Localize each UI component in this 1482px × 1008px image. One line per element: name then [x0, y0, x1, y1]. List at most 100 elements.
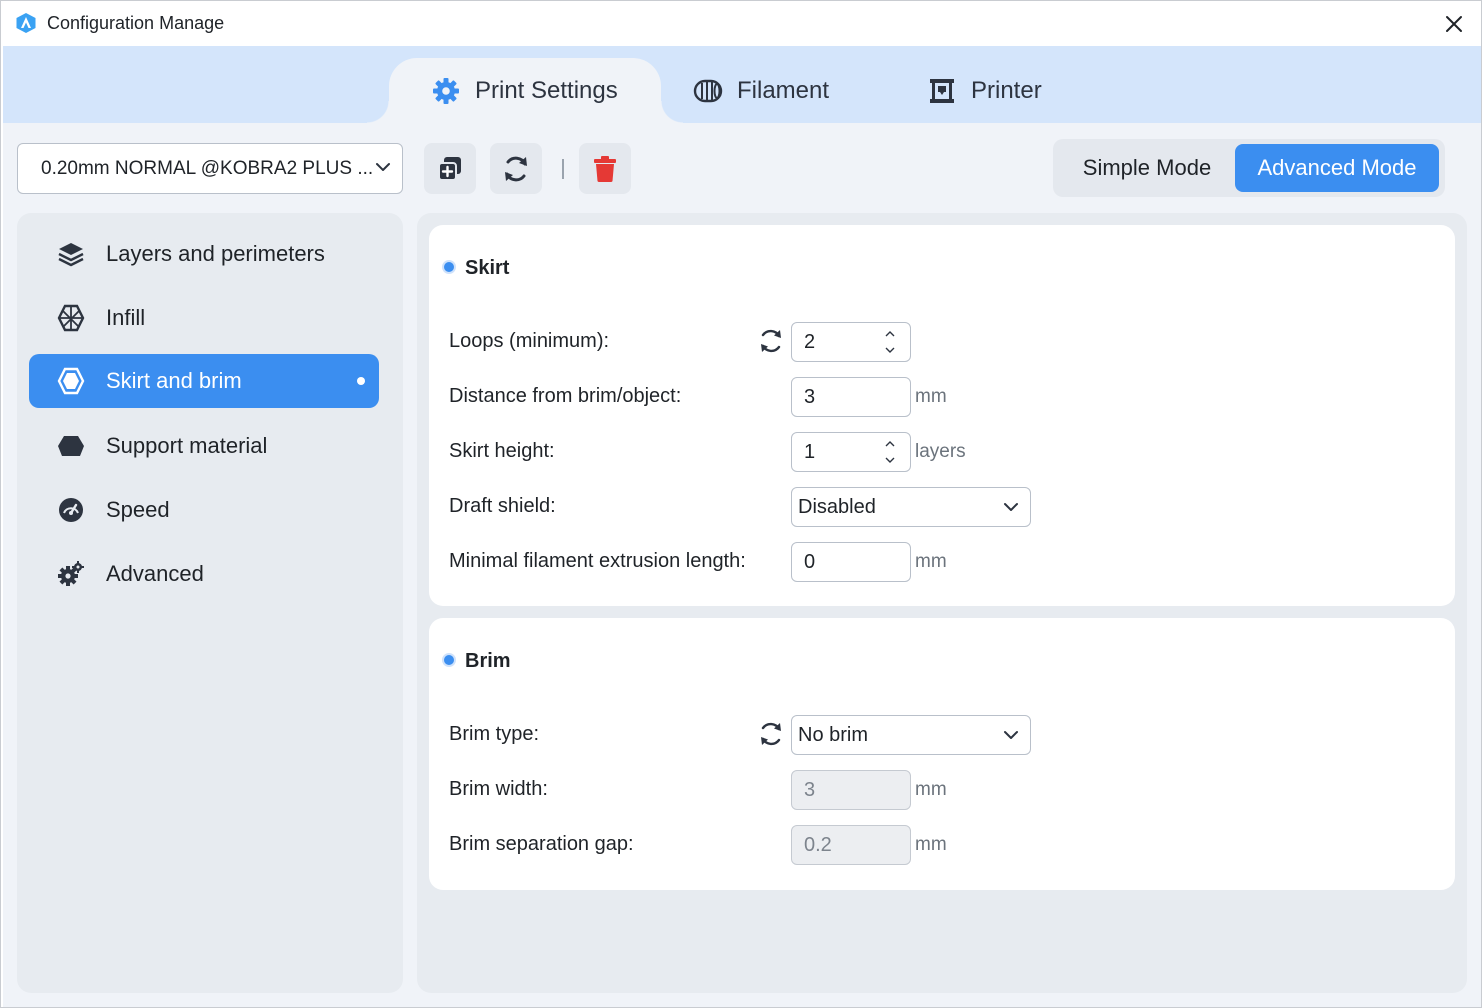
settings-panel: Skirt Loops (minimum): 2 Distance from b… [417, 213, 1467, 993]
skirt-distance-unit: mm [915, 386, 947, 407]
skirt-distance-label: Distance from brim/object: [449, 385, 682, 407]
skirt-section-title: Skirt [465, 257, 510, 279]
draft-shield-row: Draft shield: Disabled [449, 487, 1429, 527]
brim-width-unit: mm [915, 779, 947, 800]
skirt-height-unit: layers [915, 441, 966, 462]
skirt-loops-label: Loops (minimum): [449, 330, 610, 352]
mode-switch: Simple Mode Advanced Mode [1053, 139, 1445, 197]
skirt-section: Skirt Loops (minimum): 2 Distance from b… [429, 225, 1455, 606]
tab-strip: Print Settings Filament Printer [3, 46, 1481, 123]
chevron-down-icon [376, 163, 390, 171]
min-filament-row: Minimal filament extrusion length: 0 mm [449, 542, 1429, 582]
advanced-mode-button[interactable]: Advanced Mode [1235, 144, 1439, 192]
reset-preset-button[interactable] [490, 143, 542, 194]
sidebar-item-label: Infill [106, 305, 146, 330]
simple-mode-button[interactable]: Simple Mode [1059, 144, 1235, 192]
min-filament-value: 0 [804, 550, 816, 573]
close-icon [1446, 16, 1462, 32]
brim-width-row: Brim width: 3 mm [449, 770, 1429, 810]
category-sidebar: Layers and perimeters Infill Skirt and b… [17, 213, 403, 993]
sidebar-item-label: Support material [106, 433, 268, 458]
brim-width-value: 3 [804, 778, 816, 801]
tab-print-settings-label: Print Settings [475, 76, 618, 104]
min-filament-label: Minimal filament extrusion length: [449, 550, 746, 572]
copy-add-icon [438, 156, 461, 181]
trash-icon [594, 155, 616, 182]
skirt-distance-input[interactable]: 3 [791, 377, 911, 417]
section-bullet-icon [442, 653, 456, 667]
reset-value-icon[interactable] [757, 327, 785, 355]
tab-printer[interactable]: Printer [927, 58, 1042, 123]
copy-preset-button[interactable] [424, 143, 476, 194]
tab-print-settings[interactable]: Print Settings [367, 58, 683, 123]
chevron-down-icon [1004, 731, 1018, 739]
skirt-height-stepper[interactable]: 1 [791, 432, 911, 472]
brim-gap-unit: mm [915, 834, 947, 855]
delete-preset-button[interactable] [579, 143, 631, 194]
skirt-loops-row: Loops (minimum): 2 [449, 322, 1429, 362]
brim-section: Brim Brim type: No brim Brim width: 3 mm… [429, 618, 1455, 890]
sidebar-item-label: Advanced [106, 561, 204, 586]
infill-icon [57, 304, 85, 332]
min-filament-unit: mm [915, 551, 947, 572]
brim-type-value: No brim [798, 723, 869, 746]
brim-type-row: Brim type: No brim [449, 715, 1429, 755]
layers-icon [57, 240, 85, 268]
tab-printer-label: Printer [971, 76, 1042, 104]
filament-spool-icon [693, 76, 723, 106]
settings-body: 0.20mm NORMAL @KOBRA2 PLUS ... Simple Mo… [3, 123, 1481, 1007]
modified-indicator [357, 377, 365, 385]
brim-section-title: Brim [465, 650, 511, 672]
refresh-icon [505, 156, 527, 181]
sidebar-item-advanced[interactable]: Advanced [29, 547, 379, 601]
close-button[interactable] [1437, 7, 1471, 41]
brim-gap-value: 0.2 [804, 833, 832, 856]
draft-shield-value: Disabled [798, 495, 876, 518]
skirt-height-label: Skirt height: [449, 440, 555, 462]
support-icon [57, 432, 85, 460]
sidebar-item-support[interactable]: Support material [29, 419, 379, 473]
preset-value: 0.20mm NORMAL @KOBRA2 PLUS ... [41, 157, 374, 179]
skirt-loops-value: 2 [804, 330, 816, 353]
skirt-height-row: Skirt height: 1 layers [449, 432, 1429, 472]
sidebar-item-skirt-and-brim[interactable]: Skirt and brim [29, 354, 379, 408]
brim-width-input: 3 [791, 770, 911, 810]
sidebar-item-layers[interactable]: Layers and perimeters [29, 227, 379, 281]
printer-icon [927, 76, 957, 106]
skirt-distance-row: Distance from brim/object: 3 mm [449, 377, 1429, 417]
sidebar-item-infill[interactable]: Infill [29, 291, 379, 345]
gears-icon [57, 560, 85, 588]
spin-arrows-icon[interactable] [884, 327, 896, 357]
brim-width-label: Brim width: [449, 778, 548, 800]
brim-type-dropdown[interactable]: No brim [791, 715, 1031, 755]
chevron-down-icon [1004, 503, 1018, 511]
speedometer-icon [57, 496, 85, 524]
window-title: Configuration Manage [47, 13, 225, 33]
gear-icon [431, 76, 461, 106]
tab-filament-label: Filament [737, 76, 830, 104]
skirt-height-value: 1 [804, 440, 816, 463]
skirt-icon [57, 367, 85, 395]
spin-arrows-icon[interactable] [884, 437, 896, 467]
draft-shield-label: Draft shield: [449, 495, 556, 517]
title-bar: Configuration Manage [1, 1, 1481, 46]
preset-dropdown[interactable]: 0.20mm NORMAL @KOBRA2 PLUS ... [17, 143, 403, 194]
brim-type-label: Brim type: [449, 723, 540, 745]
sidebar-item-label: Skirt and brim [106, 368, 242, 393]
section-bullet-icon [442, 260, 456, 274]
tab-filament[interactable]: Filament [693, 58, 829, 123]
draft-shield-dropdown[interactable]: Disabled [791, 487, 1031, 527]
min-filament-input[interactable]: 0 [791, 542, 911, 582]
brim-gap-row: Brim separation gap: 0.2 mm [449, 825, 1429, 865]
skirt-loops-stepper[interactable]: 2 [791, 322, 911, 362]
brim-gap-label: Brim separation gap: [449, 833, 634, 855]
reset-value-icon[interactable] [757, 720, 785, 748]
app-logo-icon [16, 13, 36, 33]
skirt-distance-value: 3 [804, 385, 816, 408]
sidebar-item-label: Layers and perimeters [106, 241, 325, 266]
configuration-window: Configuration Manage Print Settings Fila… [0, 0, 1482, 1008]
sidebar-item-label: Speed [106, 497, 170, 522]
sidebar-item-speed[interactable]: Speed [29, 483, 379, 537]
brim-gap-input: 0.2 [791, 825, 911, 865]
toolbar-divider [562, 159, 564, 179]
